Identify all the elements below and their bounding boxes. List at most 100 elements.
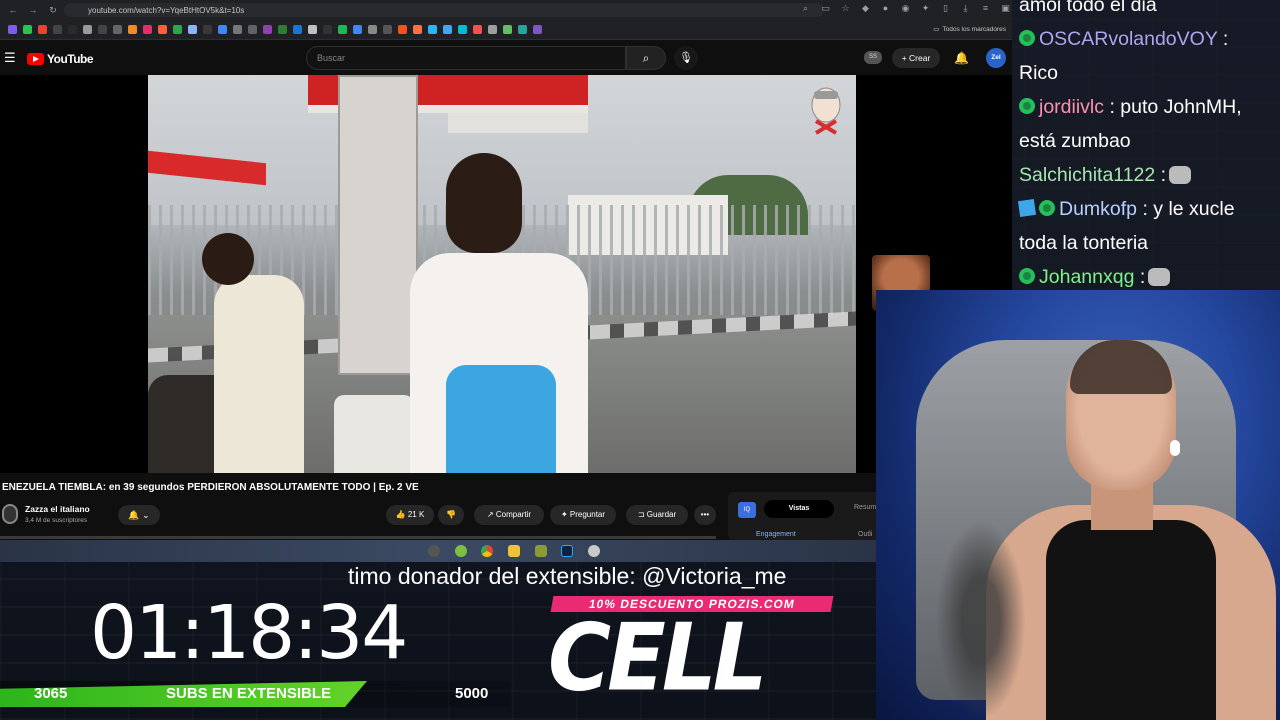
bookmark-icon[interactable] <box>248 25 257 34</box>
tab-vistas[interactable]: Vistas <box>764 500 834 518</box>
horizontal-scrollbar[interactable] <box>0 536 716 539</box>
bookmark-icon[interactable] <box>263 25 272 34</box>
menu-icon[interactable]: ☰ <box>4 51 16 64</box>
account-avatar[interactable]: ZeI <box>986 48 1006 68</box>
taskbar-app-icon[interactable] <box>428 545 440 557</box>
dislike-button[interactable]: 👎 <box>438 505 464 525</box>
bookmark-icon[interactable] <box>443 25 452 34</box>
bookmark-icon[interactable] <box>458 25 467 34</box>
engagement-label[interactable]: Engagement <box>756 531 796 538</box>
photoshop-icon[interactable] <box>561 545 573 557</box>
analytics-logo-icon[interactable]: IQ <box>738 502 756 518</box>
channel-avatar[interactable] <box>2 504 18 524</box>
bookmark-icon[interactable] <box>383 25 392 34</box>
gmail-icon[interactable] <box>38 25 47 34</box>
extension-icon[interactable]: ● <box>880 3 891 14</box>
all-bookmarks[interactable]: ▭ Todos los marcadores <box>933 25 1006 34</box>
youtube-logo[interactable]: YouTube <box>27 52 94 66</box>
channel-name[interactable]: Zazza el italiano <box>25 504 90 514</box>
bookmark-icon[interactable] <box>503 25 512 34</box>
reload-icon[interactable]: ↻ <box>48 5 58 16</box>
forward-icon[interactable]: → <box>28 5 38 15</box>
cat-emote-icon <box>1169 166 1192 184</box>
cast-icon[interactable]: ▭ <box>820 3 831 14</box>
bookmark-icon[interactable] <box>98 25 107 34</box>
subs-progress-goal: 5000 <box>455 685 489 702</box>
search-button[interactable]: ⌕ <box>626 46 666 70</box>
address-bar-actions: ⌕ ▭ ☆ ◆ ● ◉ ✦ ▯ ⤓ ≡ ▣ ◐ <box>800 3 1012 14</box>
notification-subscribe-button[interactable]: 🔔 ⌄ <box>118 505 160 525</box>
extension-icon[interactable]: ◆ <box>860 3 871 14</box>
bookmark-icon[interactable] <box>128 25 137 34</box>
ss-badge[interactable]: SS <box>864 51 882 64</box>
save-button[interactable]: ⊐ Guardar <box>626 505 688 525</box>
zoom-icon[interactable]: ⌕ <box>800 3 811 14</box>
webcam-tank-top <box>1046 520 1216 720</box>
bookmark-icon[interactable] <box>428 25 437 34</box>
like-button[interactable]: 👍 21 K <box>386 505 434 525</box>
download-icon[interactable]: ⤓ <box>960 3 971 14</box>
chat-badge-icon <box>1019 30 1035 46</box>
folder-icon: ▭ <box>933 26 940 33</box>
ask-button[interactable]: ✦ Preguntar <box>550 505 616 525</box>
extension-icon[interactable]: ▣ <box>1000 3 1011 14</box>
sidebar-icon[interactable]: ▯ <box>940 3 951 14</box>
notifications-bell-icon[interactable]: 🔔 <box>954 51 969 65</box>
bookmark-icon[interactable] <box>353 25 362 34</box>
bookmark-icon[interactable] <box>8 25 17 34</box>
bookmark-icon[interactable] <box>158 25 167 34</box>
more-actions-button[interactable]: ••• <box>694 505 716 525</box>
sparkle-icon: ✦ <box>560 510 568 519</box>
bookmark-icon[interactable] <box>218 25 227 34</box>
chat-username[interactable]: jordiivlc <box>1039 96 1104 118</box>
bookmark-icon[interactable] <box>278 25 287 34</box>
bookmark-icon[interactable] <box>188 25 197 34</box>
chat-username[interactable]: Dumkofp <box>1059 198 1137 220</box>
bookmark-icon[interactable] <box>338 25 347 34</box>
bookmark-icon[interactable] <box>293 25 302 34</box>
bookmark-icon[interactable] <box>473 25 482 34</box>
bookmark-icon[interactable] <box>533 25 542 34</box>
video-player[interactable] <box>148 75 856 473</box>
taskbar-app-icon[interactable] <box>535 545 547 557</box>
bookmark-icon[interactable] <box>488 25 497 34</box>
tiktok-icon[interactable] <box>68 25 77 34</box>
instagram-icon[interactable] <box>143 25 152 34</box>
bookmark-icon[interactable] <box>323 25 332 34</box>
bookmark-icon[interactable] <box>518 25 527 34</box>
outline-label[interactable]: Outli <box>858 531 872 538</box>
chat-username[interactable]: OSCARvolandoVOY <box>1039 28 1217 50</box>
search-input[interactable]: Buscar <box>306 46 626 70</box>
voice-search-button[interactable]: 🎙 <box>674 46 698 70</box>
chat-username[interactable]: Salchichita1122 <box>1019 164 1155 186</box>
bookmark-icon[interactable] <box>23 25 32 34</box>
bookmark-icon[interactable] <box>113 25 122 34</box>
chat-text: está zumbao <box>1019 130 1131 152</box>
bookmark-icon[interactable] <box>53 25 62 34</box>
share-button[interactable]: ↗ Compartir <box>474 505 544 525</box>
bookmark-icon[interactable] <box>368 25 377 34</box>
save-label: Guardar <box>646 510 677 519</box>
url-field[interactable]: youtube.com/watch?v=YqeBtHtOV5k&t=10s <box>64 3 824 17</box>
bookmark-star-icon[interactable]: ☆ <box>840 3 851 14</box>
back-icon[interactable]: ← <box>8 5 18 15</box>
bookmark-icon[interactable] <box>308 25 317 34</box>
bookmark-icon[interactable] <box>203 25 212 34</box>
bookmark-icon[interactable] <box>233 25 242 34</box>
chat-username[interactable]: Johannxqg <box>1039 266 1134 288</box>
chrome-icon[interactable] <box>481 545 493 557</box>
create-button[interactable]: + Crear <box>892 48 940 68</box>
taskbar-app-icon[interactable] <box>455 545 467 557</box>
reading-list-icon[interactable]: ≡ <box>980 3 991 14</box>
video-scene-bags <box>334 395 414 473</box>
extensions-puzzle-icon[interactable]: ✦ <box>920 3 931 14</box>
bookmark-icon[interactable] <box>83 25 92 34</box>
tab-resumen[interactable]: Resum <box>854 504 876 511</box>
taskbar-app-icon[interactable] <box>588 545 600 557</box>
extension-icon[interactable]: ◉ <box>900 3 911 14</box>
folder-icon[interactable] <box>508 545 520 557</box>
bookmark-icon[interactable] <box>398 25 407 34</box>
bookmark-icon[interactable] <box>173 25 182 34</box>
video-title: ENEZUELA TIEMBLA: en 39 segundos PERDIER… <box>2 482 419 493</box>
bookmark-icon[interactable] <box>413 25 422 34</box>
